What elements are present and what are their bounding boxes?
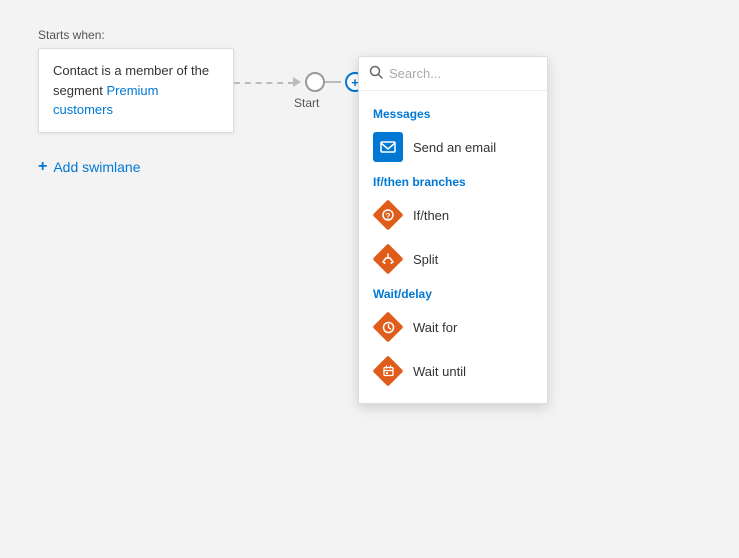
search-icon — [369, 65, 383, 82]
send-email-item[interactable]: Send an email — [359, 125, 547, 169]
if-then-item[interactable]: ? If/then — [359, 193, 547, 237]
add-swimlane-label: Add swimlane — [53, 159, 140, 175]
wait-until-icon — [382, 365, 395, 378]
wait-for-item[interactable]: Wait for — [359, 305, 547, 349]
add-swimlane-plus-icon: + — [38, 158, 47, 176]
if-then-icon: ? — [381, 208, 395, 222]
wait-until-item[interactable]: Wait until — [359, 349, 547, 393]
dashed-connector — [234, 82, 294, 84]
messages-section-header: Messages — [359, 101, 547, 125]
send-email-label: Send an email — [413, 140, 496, 155]
start-label: Start — [294, 96, 319, 110]
wait-until-icon-diamond — [373, 356, 403, 386]
action-dropdown-panel: Messages Send an email If/then branches — [358, 56, 548, 404]
starts-when-label: Starts when: — [38, 28, 105, 42]
search-input[interactable] — [389, 66, 537, 81]
email-icon-box — [373, 132, 403, 162]
add-swimlane-button[interactable]: + Add swimlane — [38, 158, 141, 176]
if-then-label: If/then — [413, 208, 449, 223]
split-icon — [381, 252, 395, 266]
wait-for-icon-diamond — [373, 312, 403, 342]
connector-line-2 — [325, 81, 341, 83]
dropdown-content[interactable]: Messages Send an email If/then branches — [359, 91, 547, 403]
svg-text:?: ? — [386, 212, 391, 221]
start-node[interactable] — [305, 72, 325, 92]
if-then-section-header: If/then branches — [359, 169, 547, 193]
arrow-head — [293, 77, 301, 87]
contact-card: Contact is a member of the segment Premi… — [38, 48, 234, 133]
if-then-icon-diamond: ? — [373, 200, 403, 230]
email-icon — [379, 138, 397, 156]
split-item[interactable]: Split — [359, 237, 547, 281]
split-icon-diamond — [373, 244, 403, 274]
canvas: Starts when: Contact is a member of the … — [0, 0, 739, 558]
wait-for-label: Wait for — [413, 320, 457, 335]
search-bar — [359, 57, 547, 91]
wait-for-icon — [382, 321, 395, 334]
split-label: Split — [413, 252, 438, 267]
wait-until-label: Wait until — [413, 364, 466, 379]
wait-delay-section-header: Wait/delay — [359, 281, 547, 305]
